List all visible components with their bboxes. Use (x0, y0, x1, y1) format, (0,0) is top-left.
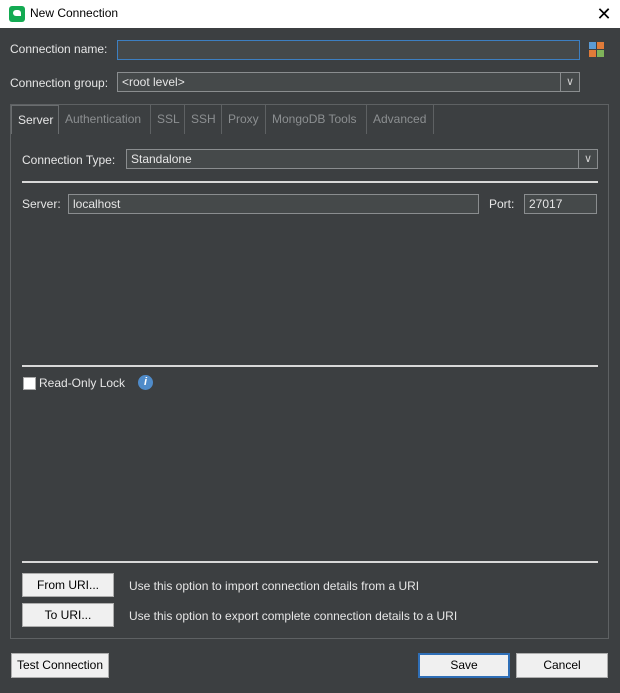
tab-label: Server (18, 113, 54, 127)
close-icon[interactable]: ✕ (592, 2, 616, 26)
chevron-down-icon[interactable]: ∨ (578, 150, 597, 168)
tab-label: MongoDB Tools (272, 112, 357, 126)
tab-label: Proxy (228, 112, 259, 126)
connection-group-select[interactable]: <root level> ∨ (117, 72, 580, 92)
tab-proxy[interactable]: Proxy (222, 105, 266, 134)
server-label: Server: (22, 197, 61, 211)
connection-name-label: Connection name: (10, 42, 108, 56)
tab-authentication[interactable]: Authentication (59, 105, 151, 134)
tab-ssl[interactable]: SSL (151, 105, 185, 134)
server-input[interactable]: localhost (68, 194, 479, 214)
read-only-lock-checkbox[interactable] (23, 377, 36, 390)
app-logo-icon (9, 6, 25, 22)
port-label: Port: (489, 197, 515, 211)
to-uri-description: Use this option to export complete conne… (129, 609, 458, 623)
tab-advanced[interactable]: Advanced (367, 105, 434, 134)
window-title: New Connection (30, 6, 119, 20)
tab-label: Advanced (373, 112, 427, 126)
divider (22, 365, 598, 367)
color-picker-icon[interactable] (589, 42, 605, 58)
tab-mongodb-tools[interactable]: MongoDB Tools (266, 105, 367, 134)
connection-type-value: Standalone (131, 152, 192, 166)
connection-type-select[interactable]: Standalone ∨ (126, 149, 598, 169)
connection-type-label: Connection Type: (22, 153, 116, 167)
divider (22, 181, 598, 183)
tab-label: SSH (191, 112, 216, 126)
save-button[interactable]: Save (418, 653, 510, 678)
port-value: 27017 (529, 197, 563, 211)
connection-group-value: <root level> (122, 75, 185, 89)
server-value: localhost (73, 197, 121, 211)
tab-ssh[interactable]: SSH (185, 105, 222, 134)
divider (22, 561, 598, 563)
to-uri-button[interactable]: To URI... (22, 603, 114, 627)
test-connection-button[interactable]: Test Connection (11, 653, 109, 678)
read-only-lock-label: Read-Only Lock (39, 376, 126, 390)
settings-panel: Server Authentication SSL SSH Proxy Mong… (10, 104, 609, 639)
tab-label: Authentication (65, 112, 142, 126)
title-bar: New Connection ✕ (0, 0, 620, 28)
from-uri-button[interactable]: From URI... (22, 573, 114, 597)
chevron-down-icon[interactable]: ∨ (560, 73, 579, 91)
port-input[interactable]: 27017 (524, 194, 597, 214)
connection-group-label: Connection group: (10, 76, 109, 90)
info-icon[interactable]: i (138, 375, 153, 390)
connection-name-input[interactable] (117, 40, 580, 60)
tab-label: SSL (157, 112, 180, 126)
tab-server[interactable]: Server (11, 105, 59, 134)
from-uri-description: Use this option to import connection det… (129, 579, 420, 593)
cancel-button[interactable]: Cancel (516, 653, 608, 678)
